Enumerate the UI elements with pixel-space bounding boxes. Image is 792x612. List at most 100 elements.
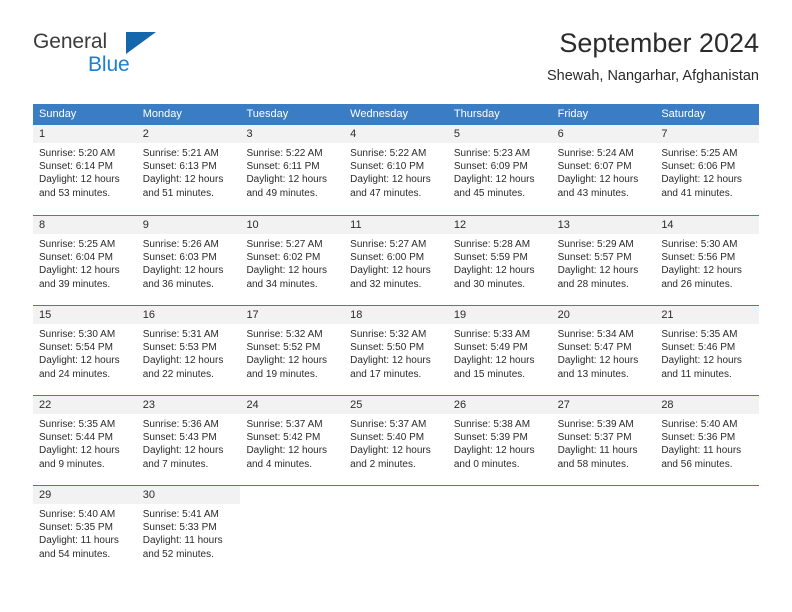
daylight-text-line1: Daylight: 12 hours	[142, 265, 224, 277]
day-number: 23	[136, 396, 241, 414]
daylight-text-line1: Daylight: 12 hours	[557, 174, 639, 186]
daylight-text-line2: and 34 minutes.	[246, 278, 318, 290]
sunrise-text: Sunrise: 5:22 AM	[350, 148, 427, 159]
sunset-text: Sunset: 5:36 PM	[661, 432, 736, 444]
daylight-text-line2: and 24 minutes.	[39, 368, 111, 380]
day-details: Sunrise: 5:22 AM Sunset: 6:10 PM Dayligh…	[344, 143, 448, 200]
day-cell[interactable]: 26 Sunrise: 5:38 AM Sunset: 5:39 PM Dayl…	[447, 396, 552, 485]
sunrise-text: Sunrise: 5:37 AM	[246, 419, 323, 430]
day-cell[interactable]: 4 Sunrise: 5:22 AM Sunset: 6:10 PM Dayli…	[344, 125, 448, 215]
day-cell[interactable]: 21 Sunrise: 5:35 AM Sunset: 5:46 PM Dayl…	[655, 306, 760, 395]
day-cell[interactable]: 9 Sunrise: 5:26 AM Sunset: 6:03 PM Dayli…	[136, 216, 241, 305]
sunset-text: Sunset: 6:07 PM	[557, 161, 632, 173]
sunrise-text: Sunrise: 5:24 AM	[557, 148, 634, 159]
sunrise-text: Sunrise: 5:21 AM	[142, 148, 219, 159]
day-details: Sunrise: 5:41 AM Sunset: 5:33 PM Dayligh…	[137, 504, 241, 561]
day-number: 20	[551, 306, 656, 324]
sunrise-text: Sunrise: 5:23 AM	[453, 148, 531, 159]
sunrise-text: Sunrise: 5:26 AM	[142, 239, 219, 250]
day-cell[interactable]: 12 Sunrise: 5:28 AM Sunset: 5:59 PM Dayl…	[447, 216, 552, 305]
daylight-text-line1: Daylight: 12 hours	[350, 445, 431, 457]
daylight-text-line1: Daylight: 12 hours	[246, 445, 328, 457]
day-cell[interactable]: 14 Sunrise: 5:30 AM Sunset: 5:56 PM Dayl…	[655, 216, 760, 305]
day-number: 13	[551, 216, 656, 234]
day-cell-empty	[240, 486, 344, 573]
sunset-text: Sunset: 5:40 PM	[350, 432, 425, 444]
day-cell[interactable]: 22 Sunrise: 5:35 AM Sunset: 5:44 PM Dayl…	[33, 396, 137, 485]
day-cell[interactable]: 17 Sunrise: 5:32 AM Sunset: 5:52 PM Dayl…	[240, 306, 345, 395]
day-details: Sunrise: 5:25 AM Sunset: 6:06 PM Dayligh…	[655, 143, 759, 200]
day-details: Sunrise: 5:30 AM Sunset: 5:54 PM Dayligh…	[33, 324, 137, 381]
day-cell[interactable]: 29 Sunrise: 5:40 AM Sunset: 5:35 PM Dayl…	[33, 486, 137, 573]
day-cell[interactable]: 5 Sunrise: 5:23 AM Sunset: 6:09 PM Dayli…	[447, 125, 552, 215]
daylight-text-line2: and 30 minutes.	[453, 278, 526, 290]
daylight-text-line1: Daylight: 12 hours	[453, 174, 535, 186]
daylight-text-line1: Daylight: 11 hours	[557, 445, 638, 457]
sunset-text: Sunset: 6:13 PM	[142, 161, 217, 173]
daylight-text-line1: Daylight: 12 hours	[246, 265, 328, 277]
day-cell[interactable]: 11 Sunrise: 5:27 AM Sunset: 6:00 PM Dayl…	[344, 216, 448, 305]
day-cell[interactable]: 24 Sunrise: 5:37 AM Sunset: 5:42 PM Dayl…	[240, 396, 345, 485]
daylight-text-line2: and 32 minutes.	[350, 278, 422, 290]
day-details: Sunrise: 5:27 AM Sunset: 6:00 PM Dayligh…	[344, 234, 448, 291]
day-cell[interactable]: 13 Sunrise: 5:29 AM Sunset: 5:57 PM Dayl…	[551, 216, 656, 305]
day-cell[interactable]: 16 Sunrise: 5:31 AM Sunset: 5:53 PM Dayl…	[136, 306, 241, 395]
day-cell[interactable]: 7 Sunrise: 5:25 AM Sunset: 6:06 PM Dayli…	[655, 125, 760, 215]
day-details: Sunrise: 5:36 AM Sunset: 5:43 PM Dayligh…	[137, 414, 241, 471]
sunrise-text: Sunrise: 5:38 AM	[453, 419, 531, 430]
day-details: Sunrise: 5:40 AM Sunset: 5:35 PM Dayligh…	[33, 504, 137, 561]
daylight-text-line2: and 51 minutes.	[142, 187, 214, 199]
day-cell[interactable]: 15 Sunrise: 5:30 AM Sunset: 5:54 PM Dayl…	[33, 306, 137, 395]
day-number: 11	[344, 216, 448, 234]
day-details: Sunrise: 5:24 AM Sunset: 6:07 PM Dayligh…	[552, 143, 656, 200]
day-cell[interactable]: 30 Sunrise: 5:41 AM Sunset: 5:33 PM Dayl…	[136, 486, 241, 573]
daylight-text-line1: Daylight: 12 hours	[350, 174, 431, 186]
day-cell-empty	[448, 486, 552, 573]
daylight-text-line2: and 43 minutes.	[557, 187, 629, 199]
day-details: Sunrise: 5:37 AM Sunset: 5:42 PM Dayligh…	[240, 414, 344, 471]
day-cell[interactable]: 28 Sunrise: 5:40 AM Sunset: 5:36 PM Dayl…	[655, 396, 760, 485]
daylight-text-line1: Daylight: 12 hours	[142, 445, 224, 457]
day-cell[interactable]: 19 Sunrise: 5:33 AM Sunset: 5:49 PM Dayl…	[447, 306, 552, 395]
day-details: Sunrise: 5:20 AM Sunset: 6:14 PM Dayligh…	[33, 143, 137, 200]
day-cell[interactable]: 6 Sunrise: 5:24 AM Sunset: 6:07 PM Dayli…	[551, 125, 656, 215]
sunrise-text: Sunrise: 5:30 AM	[661, 239, 738, 250]
day-cell[interactable]: 8 Sunrise: 5:25 AM Sunset: 6:04 PM Dayli…	[33, 216, 137, 305]
day-cell[interactable]: 3 Sunrise: 5:22 AM Sunset: 6:11 PM Dayli…	[240, 125, 345, 215]
day-number: 3	[240, 125, 345, 143]
day-number	[552, 486, 656, 504]
day-cell[interactable]: 25 Sunrise: 5:37 AM Sunset: 5:40 PM Dayl…	[344, 396, 448, 485]
day-cell[interactable]: 10 Sunrise: 5:27 AM Sunset: 6:02 PM Dayl…	[240, 216, 345, 305]
brand-logo[interactable]: General Blue	[33, 30, 173, 86]
day-details: Sunrise: 5:35 AM Sunset: 5:44 PM Dayligh…	[33, 414, 137, 471]
sunset-text: Sunset: 5:39 PM	[453, 432, 528, 444]
day-cell[interactable]: 20 Sunrise: 5:34 AM Sunset: 5:47 PM Dayl…	[551, 306, 656, 395]
day-cell-empty	[344, 486, 448, 573]
sunrise-text: Sunrise: 5:25 AM	[661, 148, 738, 159]
day-cell[interactable]: 27 Sunrise: 5:39 AM Sunset: 5:37 PM Dayl…	[551, 396, 656, 485]
day-details: Sunrise: 5:28 AM Sunset: 5:59 PM Dayligh…	[448, 234, 552, 291]
day-number: 19	[447, 306, 552, 324]
day-cell[interactable]: 2 Sunrise: 5:21 AM Sunset: 6:13 PM Dayli…	[136, 125, 241, 215]
day-cell[interactable]: 23 Sunrise: 5:36 AM Sunset: 5:43 PM Dayl…	[136, 396, 241, 485]
day-number: 29	[33, 486, 137, 504]
sunset-text: Sunset: 6:03 PM	[142, 252, 217, 264]
sunrise-text: Sunrise: 5:25 AM	[39, 239, 116, 250]
day-number: 30	[136, 486, 241, 504]
day-number: 4	[344, 125, 448, 143]
day-cell[interactable]: 1 Sunrise: 5:20 AM Sunset: 6:14 PM Dayli…	[33, 125, 137, 215]
daylight-text-line1: Daylight: 12 hours	[246, 174, 328, 186]
daylight-text-line1: Daylight: 12 hours	[453, 355, 535, 367]
daylight-text-line1: Daylight: 12 hours	[661, 265, 742, 277]
day-details: Sunrise: 5:27 AM Sunset: 6:02 PM Dayligh…	[240, 234, 344, 291]
sunrise-text: Sunrise: 5:31 AM	[142, 329, 219, 340]
sunset-text: Sunset: 5:35 PM	[39, 522, 113, 534]
sunset-text: Sunset: 5:43 PM	[142, 432, 217, 444]
day-cell[interactable]: 18 Sunrise: 5:32 AM Sunset: 5:50 PM Dayl…	[344, 306, 448, 395]
daylight-text-line2: and 39 minutes.	[39, 278, 111, 290]
daylight-text-line2: and 28 minutes.	[557, 278, 629, 290]
daylight-text-line2: and 36 minutes.	[142, 278, 214, 290]
day-details: Sunrise: 5:38 AM Sunset: 5:39 PM Dayligh…	[448, 414, 552, 471]
daylight-text-line2: and 22 minutes.	[142, 368, 214, 380]
day-details: Sunrise: 5:25 AM Sunset: 6:04 PM Dayligh…	[33, 234, 137, 291]
